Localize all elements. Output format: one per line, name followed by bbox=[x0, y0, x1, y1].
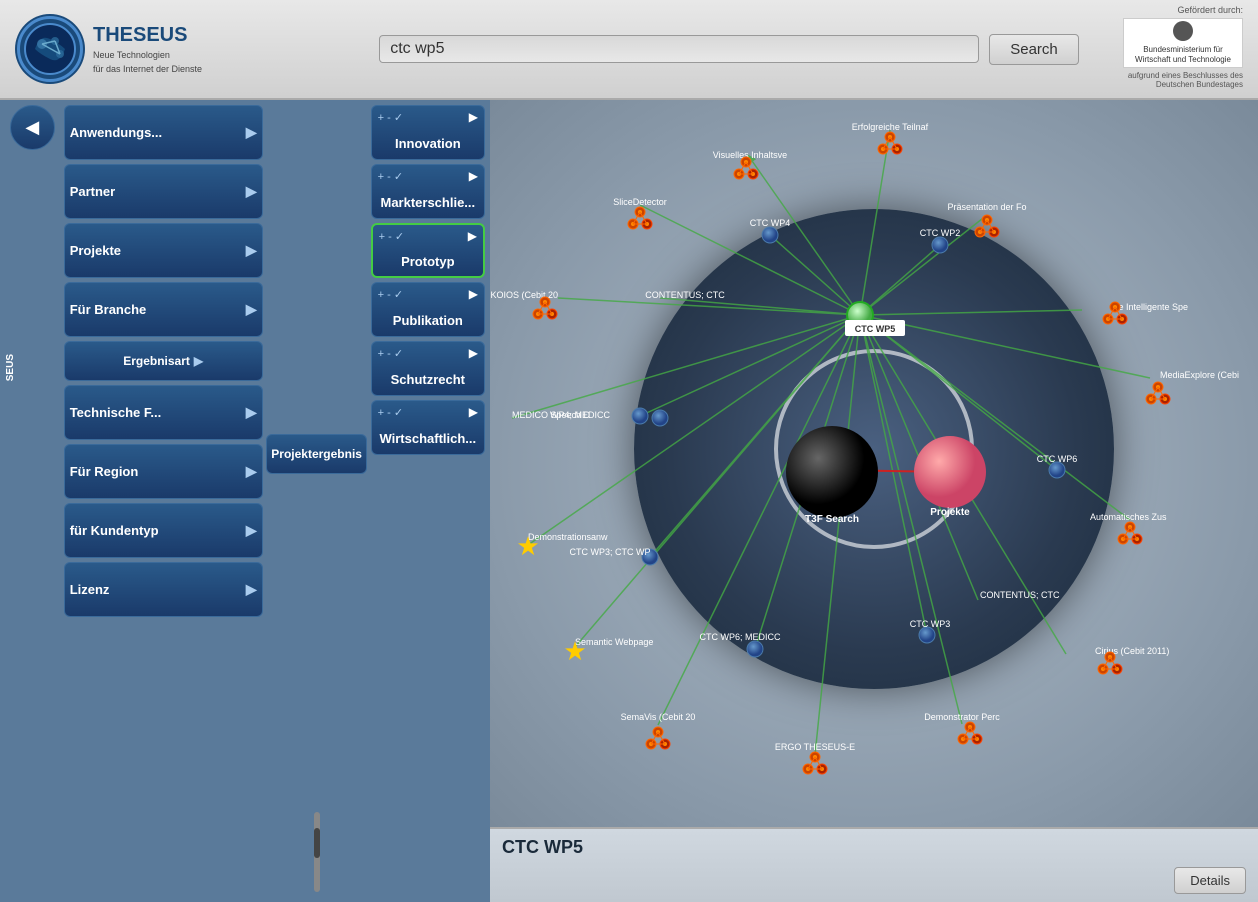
sidebar-col-back: ◀ SEUS bbox=[5, 105, 60, 897]
nav-label: Anwendungs... bbox=[70, 125, 162, 140]
graph-area: T3F Search Projekte CTC WP5 CTC WP4 CTC … bbox=[490, 100, 1258, 902]
nav-arrow: ▶ bbox=[246, 242, 257, 259]
search-bar: Search bbox=[215, 34, 1243, 65]
sidebar-item-ergebnisart[interactable]: Ergebnisart ▶ bbox=[64, 341, 263, 381]
nav-arrow: ▶ bbox=[246, 404, 257, 421]
nav-arrow: ▶ bbox=[246, 124, 257, 141]
info-panel: CTC WP5 Details bbox=[490, 827, 1258, 902]
sidebar-col-filters: + - ✓ ▶ Innovation + - ✓ ▶ Markterschlie… bbox=[371, 105, 485, 897]
svg-text:Semantic Webpage: Semantic Webpage bbox=[575, 637, 653, 647]
sidebar: ◀ SEUS Anwendungs... ▶ Partner ▶ Projekt… bbox=[0, 100, 490, 902]
logo-icon bbox=[15, 14, 85, 84]
filter-wirtschaftlich[interactable]: + - ✓ ▶ Wirtschaftlich... bbox=[371, 400, 485, 455]
svg-text:★: ★ bbox=[516, 531, 539, 561]
projektergebnis-label[interactable]: Projektergebnis bbox=[266, 434, 367, 474]
graph-circle-outer bbox=[634, 209, 1114, 689]
nav-label: Partner bbox=[70, 184, 116, 199]
details-button[interactable]: Details bbox=[1174, 867, 1246, 894]
sidebar-item-lizenz[interactable]: Lizenz ▶ bbox=[64, 562, 263, 617]
sidebar-col-nav: Anwendungs... ▶ Partner ▶ Projekte ▶ Für… bbox=[64, 105, 263, 897]
svg-text:KOIOS (Cebit 20: KOIOS (Cebit 20 bbox=[490, 290, 558, 300]
nav-arrow: ▶ bbox=[246, 463, 257, 480]
header: THESEUS Neue Technologien für das Intern… bbox=[0, 0, 1258, 100]
search-input[interactable] bbox=[390, 40, 968, 58]
sidebar-item-region[interactable]: Für Region ▶ bbox=[64, 444, 263, 499]
svg-text:Präsentation der Fo: Präsentation der Fo bbox=[947, 202, 1026, 212]
sponsor-area: Gefördert durch: Bundesministerium für W… bbox=[1123, 5, 1243, 89]
main-content: ◀ SEUS Anwendungs... ▶ Partner ▶ Projekt… bbox=[0, 100, 1258, 902]
graph-canvas[interactable]: T3F Search Projekte CTC WP5 CTC WP4 CTC … bbox=[490, 100, 1258, 827]
ergebnis-row: Ergebnisart ▶ bbox=[64, 341, 263, 381]
nav-label: Für Region bbox=[70, 464, 139, 479]
sidebar-item-anwendung[interactable]: Anwendungs... ▶ bbox=[64, 105, 263, 160]
sidebar-item-partner[interactable]: Partner ▶ bbox=[64, 164, 263, 219]
svg-text:Demonstrator Perc: Demonstrator Perc bbox=[924, 712, 1000, 722]
sponsor-name: Bundesministerium für Wirtschaft und Tec… bbox=[1127, 45, 1239, 64]
sponsor-sub: aufgrund eines Beschlusses des Deutschen… bbox=[1123, 71, 1243, 89]
brand-name: THESEUS Neue Technologien für das Intern… bbox=[93, 22, 202, 77]
sidebar-col-projektergebnis: Projektergebnis bbox=[267, 105, 367, 897]
svg-text:Erfolgreiche Teilnaf: Erfolgreiche Teilnaf bbox=[852, 122, 929, 132]
sidebar-item-technische[interactable]: Technische F... ▶ bbox=[64, 385, 263, 440]
sidebar-item-kundentyp[interactable]: für Kundentyp ▶ bbox=[64, 503, 263, 558]
scroll-indicator[interactable] bbox=[314, 812, 320, 892]
nav-arrow: ▶ bbox=[246, 301, 257, 318]
logo-area: THESEUS Neue Technologien für das Intern… bbox=[15, 14, 215, 84]
nav-label: für Kundentyp bbox=[70, 523, 159, 538]
filter-prototyp[interactable]: + - ✓ ▶ Prototyp bbox=[371, 223, 485, 278]
sponsor-logo: Bundesministerium für Wirtschaft und Tec… bbox=[1123, 18, 1243, 68]
svg-text:MediaExplore (Cebi: MediaExplore (Cebi bbox=[1160, 370, 1239, 380]
svg-text:SliceDetector: SliceDetector bbox=[613, 197, 667, 207]
nav-label: Projekte bbox=[70, 243, 121, 258]
graph-circle-inner bbox=[774, 349, 974, 549]
svg-text:Die Intelligente Spe: Die Intelligente Spe bbox=[1110, 302, 1188, 312]
search-input-wrap bbox=[379, 35, 979, 63]
nav-arrow: ▶ bbox=[246, 581, 257, 598]
filter-publikation[interactable]: + - ✓ ▶ Publikation bbox=[371, 282, 485, 337]
scroll-thumb[interactable] bbox=[314, 828, 320, 858]
search-button[interactable]: Search bbox=[989, 34, 1079, 65]
sidebar-item-branche[interactable]: Für Branche ▶ bbox=[64, 282, 263, 337]
sponsor-header-text: Gefördert durch: bbox=[1123, 5, 1243, 15]
svg-text:ERGO THESEUS-E: ERGO THESEUS-E bbox=[775, 742, 855, 752]
filter-innovation[interactable]: + - ✓ ▶ Innovation bbox=[371, 105, 485, 160]
svg-text:★: ★ bbox=[563, 636, 586, 666]
svg-text:Demonstrationsanw: Demonstrationsanw bbox=[528, 532, 608, 542]
svg-text:CTC WP3; CTC WP: CTC WP3; CTC WP bbox=[570, 547, 651, 557]
svg-text:MEDICO Speech D: MEDICO Speech D bbox=[512, 410, 591, 420]
svg-text:WP4; MEDICC: WP4; MEDICC bbox=[550, 410, 611, 420]
info-title: CTC WP5 bbox=[502, 837, 583, 858]
molecule-visuelles bbox=[734, 157, 758, 179]
filter-markterschlie[interactable]: + - ✓ ▶ Markterschlie... bbox=[371, 164, 485, 219]
nav-label: Für Branche bbox=[70, 302, 147, 317]
svg-text:Cirius (Cebit 2011): Cirius (Cebit 2011) bbox=[1095, 646, 1169, 656]
filter-schutzrecht[interactable]: + - ✓ ▶ Schutzrecht bbox=[371, 341, 485, 396]
nav-label: Technische F... bbox=[70, 405, 162, 420]
svg-text:Visuelles Inhaltsve: Visuelles Inhaltsve bbox=[713, 150, 787, 160]
nav-arrow: ▶ bbox=[246, 522, 257, 539]
nav-label: Lizenz bbox=[70, 582, 110, 597]
sidebar-item-projekte[interactable]: Projekte ▶ bbox=[64, 223, 263, 278]
nav-arrow: ▶ bbox=[246, 183, 257, 200]
svg-text:SemaVis (Cebit 20: SemaVis (Cebit 20 bbox=[621, 712, 696, 722]
back-button[interactable]: ◀ bbox=[10, 105, 55, 150]
